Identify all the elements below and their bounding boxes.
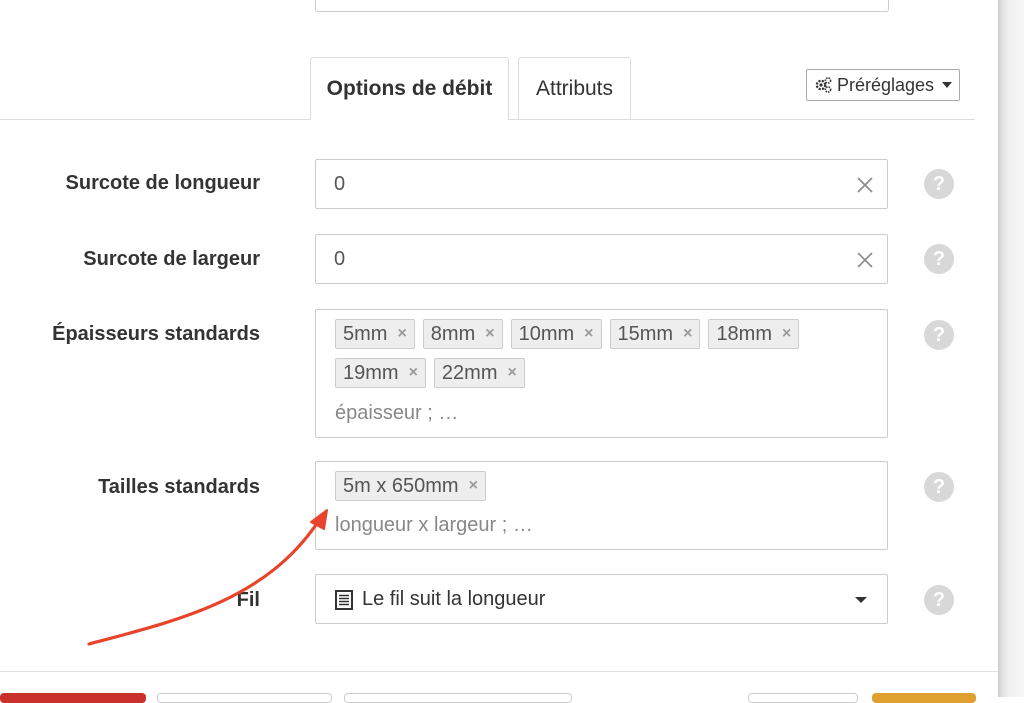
help-icon[interactable]: ? — [924, 244, 954, 274]
sizes-label: Tailles standards — [98, 476, 260, 498]
size-tags: 5m x 650mm × — [335, 471, 875, 501]
thickness-tags: 5mm × 8mm × 10mm × 15mm × 18mm × 19mm × 22mm × — [335, 319, 875, 388]
grain-label: Fil — [236, 589, 260, 611]
remove-tag-icon[interactable]: × — [782, 326, 791, 342]
tag-label: 18mm — [716, 322, 773, 345]
tag-label: 19mm — [343, 361, 399, 384]
presets-button[interactable]: Préréglages — [806, 69, 960, 101]
grain-lines-icon — [335, 590, 353, 610]
tag-chip: 15mm × — [609, 319, 701, 349]
footer-button[interactable] — [344, 693, 572, 703]
sizes-placeholder: longueur x largeur ; … — [335, 514, 533, 536]
help-icon[interactable]: ? — [924, 585, 954, 615]
remove-tag-icon[interactable]: × — [409, 365, 418, 381]
thicknesses-placeholder: épaisseur ; … — [335, 402, 459, 424]
tag-label: 5m x 650mm — [343, 474, 459, 497]
tab-cut-options[interactable]: Options de débit — [310, 57, 509, 120]
tag-label: 10mm — [518, 322, 575, 345]
clear-icon[interactable] — [855, 175, 875, 195]
presets-label: Préréglages — [836, 74, 935, 95]
help-icon[interactable]: ? — [924, 320, 954, 350]
length-overcut-input[interactable]: 0 — [315, 159, 888, 209]
thicknesses-label: Épaisseurs standards — [52, 323, 260, 345]
tag-chip: 10mm × — [510, 319, 602, 349]
help-icon[interactable]: ? — [924, 472, 954, 502]
window-edge-shadow — [998, 0, 1024, 697]
tag-chip: 19mm × — [335, 358, 426, 388]
remove-tag-icon[interactable]: × — [584, 326, 593, 342]
tag-chip: 5mm × — [335, 319, 415, 349]
clear-icon[interactable] — [855, 250, 875, 270]
tag-chip: 5m x 650mm × — [335, 471, 486, 501]
previous-field-bottom — [315, 0, 889, 12]
dialog-page: Options de débit Attributs Préréglages S… — [0, 0, 1000, 703]
tag-chip: 18mm × — [708, 319, 800, 349]
sizes-tag-input[interactable]: 5m x 650mm × longueur x largeur ; … — [315, 461, 888, 550]
remove-tag-icon[interactable]: × — [683, 326, 692, 342]
thicknesses-tag-input[interactable]: 5mm × 8mm × 10mm × 15mm × 18mm × 19mm × 22mm × … — [315, 309, 888, 438]
grain-select[interactable]: Le fil suit la longueur — [315, 574, 888, 624]
remove-tag-icon[interactable]: × — [485, 326, 494, 342]
tag-label: 8mm — [430, 322, 476, 345]
footer-button[interactable] — [157, 693, 332, 703]
remove-tag-icon[interactable]: × — [469, 478, 478, 494]
tag-label: 22mm — [441, 361, 498, 384]
tag-chip: 8mm × — [422, 319, 503, 349]
grain-selected-value: Le fil suit la longueur — [362, 588, 546, 610]
tag-label: 5mm — [343, 322, 388, 345]
length-overcut-value: 0 — [334, 173, 346, 195]
gears-icon — [815, 77, 832, 93]
remove-tag-icon[interactable]: × — [508, 365, 517, 381]
length-overcut-label: Surcote de longueur — [65, 172, 260, 194]
width-overcut-label: Surcote de largeur — [83, 248, 260, 270]
footer-button[interactable] — [748, 693, 858, 703]
width-overcut-input[interactable]: 0 — [315, 234, 888, 284]
help-icon[interactable]: ? — [924, 169, 954, 199]
tag-chip: 22mm × — [433, 358, 525, 388]
tag-label: 15mm — [617, 322, 674, 345]
tab-attributes[interactable]: Attributs — [518, 57, 631, 119]
width-overcut-value: 0 — [334, 248, 346, 270]
caret-down-icon — [942, 82, 953, 88]
footer-button[interactable] — [872, 693, 976, 703]
caret-down-icon — [855, 597, 867, 603]
remove-tag-icon[interactable]: × — [397, 326, 406, 342]
footer-divider — [0, 671, 998, 672]
footer-button[interactable] — [0, 693, 146, 703]
